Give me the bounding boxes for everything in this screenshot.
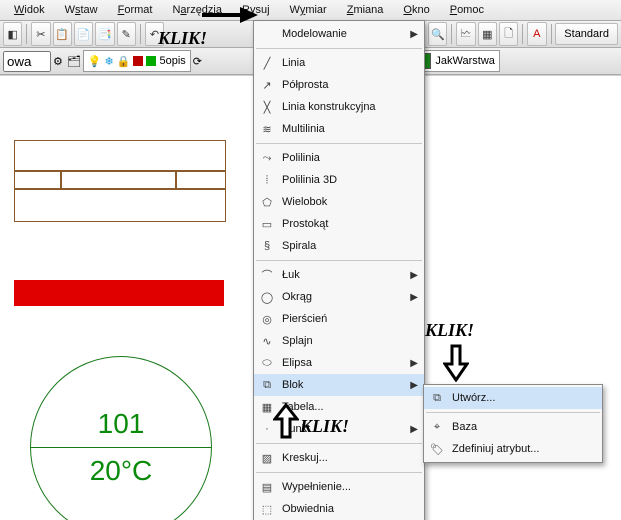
- layer-selector[interactable]: 💡❄🔒 5opis: [83, 50, 191, 72]
- ray-icon: ↗: [258, 76, 276, 94]
- drawing-rect: [14, 140, 226, 222]
- menu-zmiana[interactable]: Zmiana: [337, 2, 394, 18]
- drawing-line: [14, 170, 226, 172]
- menu-item-spirala[interactable]: §Spirala: [254, 235, 424, 257]
- menu-item-okrag[interactable]: ◯Okrąg▶: [254, 286, 424, 308]
- menu-item-polilinia-3d[interactable]: ⦙Polilinia 3D: [254, 169, 424, 191]
- menu-item-linia[interactable]: ╱Linia: [254, 52, 424, 74]
- drawing-line: [14, 188, 226, 190]
- menu-okno[interactable]: Okno: [393, 2, 439, 18]
- attribute-icon: 🏷: [428, 440, 446, 458]
- donut-icon: ◎: [258, 310, 276, 328]
- toolbar-button[interactable]: 📋: [53, 22, 72, 46]
- menu-wymiar[interactable]: Wymiar: [280, 2, 337, 18]
- hatch-icon: ▨: [258, 449, 276, 467]
- drawing-red-bar: [14, 280, 224, 306]
- drawing-line: [175, 170, 177, 190]
- create-block-icon: ⧉: [428, 389, 446, 407]
- toolbar-button[interactable]: 📑: [95, 22, 114, 46]
- menu-item-prostokat[interactable]: ▭Prostokąt: [254, 213, 424, 235]
- multiline-icon: ≋: [258, 120, 276, 138]
- menu-item-polprosta[interactable]: ↗Półprosta: [254, 74, 424, 96]
- menu-item-elipsa[interactable]: ⬭Elipsa▶: [254, 352, 424, 374]
- toolbar-button[interactable]: ✂: [31, 22, 50, 46]
- menu-item-modelowanie[interactable]: Modelowanie ▶: [254, 23, 424, 45]
- submenu-arrow-icon: ▶: [410, 292, 418, 303]
- ellipse-icon: ⬭: [258, 354, 276, 372]
- gauge-bottom-value: 20°C: [90, 448, 153, 494]
- menu-item-wypelnienie[interactable]: ▤Wypełnienie...: [254, 476, 424, 498]
- rectangle-icon: ▭: [258, 215, 276, 233]
- gradient-icon: ▤: [258, 478, 276, 496]
- submenu-blok: ⧉Utwórz... ⌖Baza 🏷Zdefiniuj atrybut...: [423, 384, 603, 463]
- menu-wstaw[interactable]: Wstaw: [55, 2, 108, 18]
- toolbar-button[interactable]: ▦: [478, 22, 497, 46]
- menu-item-pierscien[interactable]: ◎Pierścień: [254, 308, 424, 330]
- submenu-item-zdefiniuj-atrybut[interactable]: 🏷Zdefiniuj atrybut...: [424, 438, 602, 460]
- circle-icon: ◯: [258, 288, 276, 306]
- menu-format[interactable]: Format: [108, 2, 163, 18]
- submenu-item-utworz[interactable]: ⧉Utwórz...: [424, 387, 602, 409]
- block-icon: ⧉: [258, 376, 276, 394]
- style-standard[interactable]: Standard: [555, 23, 618, 45]
- toolbar-button[interactable]: ⚙: [53, 55, 63, 68]
- annotation-arrow-blok: [273, 403, 299, 439]
- toolbar-button[interactable]: 🗠: [456, 22, 475, 46]
- menu-pomoc[interactable]: Pomoc: [440, 2, 494, 18]
- spiral-icon: §: [258, 237, 276, 255]
- menu-item-wielobok[interactable]: ⬠Wielobok: [254, 191, 424, 213]
- submenu-arrow-icon: ▶: [410, 270, 418, 281]
- base-icon: ⌖: [428, 418, 446, 436]
- submenu-item-baza[interactable]: ⌖Baza: [424, 416, 602, 438]
- annotation-arrow-utworz: [443, 344, 469, 382]
- toolbar-button[interactable]: 🗂: [67, 55, 81, 68]
- menu-item-blok[interactable]: ⧉Blok▶: [254, 374, 424, 396]
- toolbar-button[interactable]: 📄: [74, 22, 93, 46]
- line-icon: ╱: [258, 54, 276, 72]
- spline-icon: ∿: [258, 332, 276, 350]
- annotation-arrow-top: [200, 3, 260, 27]
- gauge-top-value: 101: [98, 401, 145, 447]
- annotation-klik-top: KLIK!: [158, 28, 207, 49]
- menu-item-splajn[interactable]: ∿Splajn: [254, 330, 424, 352]
- submenu-arrow-icon: ▶: [410, 424, 418, 435]
- toolbar-button[interactable]: ✎: [117, 22, 136, 46]
- toolbar-button[interactable]: ⟳: [193, 55, 202, 68]
- annotation-klik-blok: KLIK!: [300, 416, 349, 437]
- arc-icon: ⌒: [258, 266, 276, 284]
- drawing-line: [60, 170, 62, 190]
- boundary-icon: ⬚: [258, 500, 276, 518]
- menu-item-multilinia[interactable]: ≋Multilinia: [254, 118, 424, 140]
- polyline-icon: ⤳: [258, 149, 276, 167]
- menu-rysuj-dropdown: Modelowanie ▶ ╱Linia ↗Półprosta ╳Linia k…: [253, 20, 425, 520]
- submenu-arrow-icon: ▶: [410, 380, 418, 391]
- drawing-gauge: 101 20°C: [30, 356, 212, 520]
- annotation-klik-utworz: KLIK!: [425, 320, 474, 341]
- submenu-arrow-icon: ▶: [410, 358, 418, 369]
- polygon-icon: ⬠: [258, 193, 276, 211]
- menu-widok[interactable]: Widok: [4, 2, 55, 18]
- polyline3d-icon: ⦙: [258, 171, 276, 189]
- menu-item-obwiednia[interactable]: ⬚Obwiednia: [254, 498, 424, 520]
- submenu-arrow-icon: ▶: [410, 29, 418, 40]
- toolbar-button[interactable]: A: [527, 22, 546, 46]
- toolbar-button[interactable]: 🗋: [499, 22, 518, 46]
- xline-icon: ╳: [258, 98, 276, 116]
- menu-bar: Widok Wstaw Format Narzędzia Rysuj Wymia…: [0, 0, 621, 21]
- blank-icon: [258, 25, 276, 43]
- layer-name: 5opis: [159, 55, 185, 67]
- menu-item-luk[interactable]: ⌒Łuk▶: [254, 264, 424, 286]
- menu-item-kreskuj[interactable]: ▨Kreskuj...: [254, 447, 424, 469]
- toolbar-button[interactable]: 🔍: [428, 22, 447, 46]
- menu-item-polilinia[interactable]: ⤳Polilinia: [254, 147, 424, 169]
- menu-item-linia-konstrukcyjna[interactable]: ╳Linia konstrukcyjna: [254, 96, 424, 118]
- toolbar-button[interactable]: ◧: [3, 22, 22, 46]
- field-owa[interactable]: [3, 51, 51, 72]
